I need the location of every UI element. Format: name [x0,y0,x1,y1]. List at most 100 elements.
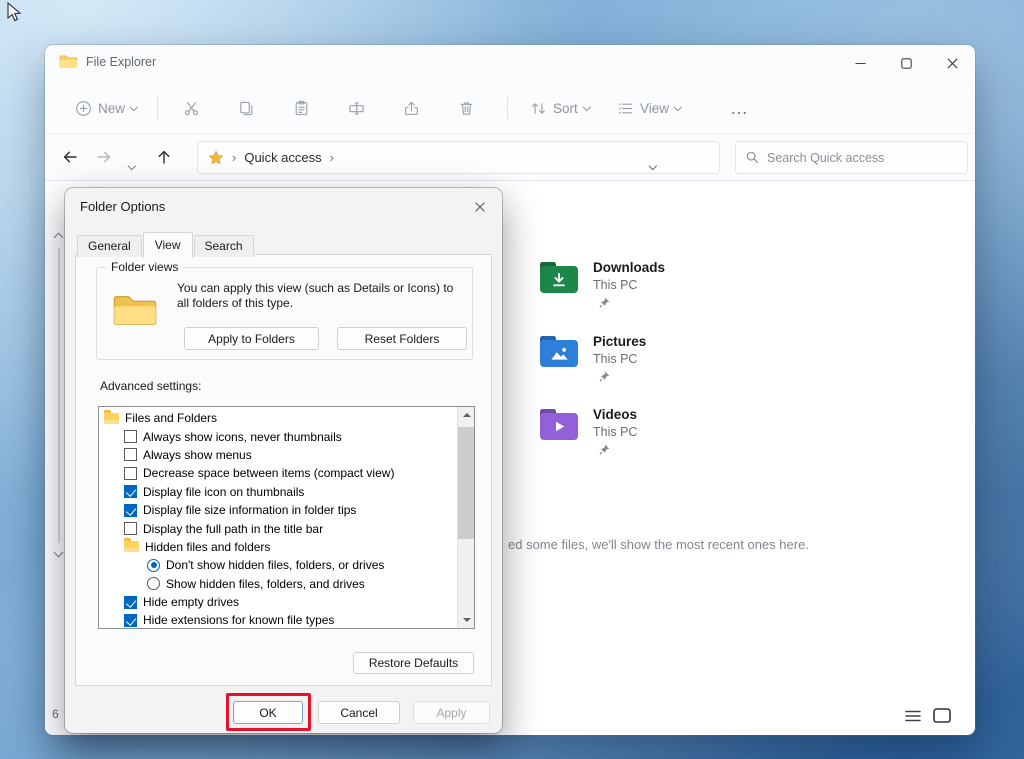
checkbox[interactable] [124,467,137,480]
breadcrumb-quick-access[interactable]: Quick access [244,150,321,165]
copy-button[interactable] [238,82,255,134]
desktop: File Explorer New [0,0,1024,759]
quick-access-item[interactable]: DownloadsThis PC [540,260,940,324]
maximize-button[interactable] [883,45,929,82]
scrollbar-thumb[interactable] [458,427,474,539]
advanced-setting-label: Decrease space between items (compact vi… [143,466,394,480]
advanced-setting-row[interactable]: Don't show hidden files, folders, or dri… [99,556,457,574]
advanced-setting-label: Hide empty drives [143,595,239,609]
advanced-setting-row[interactable]: Decrease space between items (compact vi… [99,464,457,482]
nav-pane-scrollbar[interactable] [58,248,60,543]
radio-button[interactable] [147,559,160,572]
advanced-setting-row[interactable]: Hide empty drives [99,593,457,611]
search-icon [745,150,760,165]
checkbox[interactable] [124,522,137,535]
dialog-tabs: General View Search [77,232,255,257]
checkbox[interactable] [124,485,137,498]
back-button[interactable] [61,148,79,171]
scroll-up-icon[interactable] [54,233,64,243]
breadcrumb-separator[interactable]: › [330,150,334,165]
advanced-setting-row[interactable]: Always show icons, never thumbnails [99,427,457,445]
mouse-cursor [6,2,26,24]
see-more-button[interactable]: … [730,82,749,134]
new-button[interactable]: New [75,82,137,134]
view-label: View [640,101,669,116]
advanced-setting-row[interactable]: Display file size information in folder … [99,501,457,519]
pictures-folder-icon [540,336,578,367]
view-button[interactable]: View [617,82,681,134]
item-location: This PC [593,352,646,366]
up-button[interactable] [155,148,173,171]
advanced-setting-row[interactable]: Display the full path in the title bar [99,519,457,537]
advanced-settings-list[interactable]: Files and FoldersAlways show icons, neve… [98,406,475,629]
paste-button[interactable] [293,82,310,134]
radio-button[interactable] [147,577,160,590]
minimize-button[interactable] [837,45,883,82]
dialog-close-button[interactable] [467,195,493,219]
apply-button[interactable]: Apply [413,701,490,724]
pin-icon [599,442,637,460]
quick-access-item[interactable]: Videos This PC [540,407,940,471]
reset-folders-button[interactable]: Reset Folders [337,327,467,350]
advanced-setting-label: Display the full path in the title bar [143,522,323,536]
cancel-button[interactable]: Cancel [318,701,400,724]
sort-icon [530,100,547,117]
folder-views-icon [112,292,158,329]
details-view-icon[interactable] [905,710,921,722]
checkbox[interactable] [124,504,137,517]
item-name: Videos [593,407,637,422]
checkbox[interactable] [124,614,137,627]
quick-access-item[interactable]: PicturesThis PC [540,334,940,398]
apply-to-folders-button[interactable]: Apply to Folders [184,327,319,350]
sort-button[interactable]: Sort [530,82,589,134]
scroll-up-arrow-icon[interactable] [463,413,471,417]
restore-defaults-button[interactable]: Restore Defaults [353,652,474,674]
item-location: This PC [593,425,637,439]
rename-button[interactable] [348,82,365,134]
recent-locations-button[interactable] [129,155,135,173]
checkbox[interactable] [124,430,137,443]
new-label: New [98,101,125,116]
advanced-setting-row[interactable]: Files and Folders [99,409,457,427]
ellipsis-icon: … [730,98,749,119]
status-bar-fragment: 6 [52,707,59,721]
advanced-setting-row[interactable]: Hide extensions for known file types [99,611,457,629]
checkbox[interactable] [124,596,137,609]
share-button[interactable] [403,82,420,134]
address-dropdown-button[interactable] [650,155,656,173]
share-icon [403,100,420,117]
advanced-setting-row[interactable]: Display file icon on thumbnails [99,483,457,501]
tab-search[interactable]: Search [194,235,254,257]
toolbar-separator [507,97,508,119]
close-button[interactable] [929,45,975,82]
recent-files-hint: ed some files, we'll show the most recen… [508,537,809,552]
cut-button[interactable] [183,82,200,134]
command-bar: New So [45,82,975,134]
pin-icon [599,369,646,387]
address-bar[interactable]: › Quick access › [197,141,720,174]
search-box[interactable] [735,141,968,174]
tab-general[interactable]: General [77,235,142,257]
advanced-setting-label: Don't show hidden files, folders, or dri… [166,558,384,572]
scroll-down-icon[interactable] [54,548,64,558]
checkbox[interactable] [124,448,137,461]
list-scrollbar[interactable] [457,407,474,628]
thumbnail-view-icon[interactable] [933,708,951,723]
advanced-setting-label: Display file icon on thumbnails [143,485,304,499]
scroll-down-arrow-icon[interactable] [463,618,471,622]
advanced-setting-row[interactable]: Show hidden files, folders, and drives [99,575,457,593]
titlebar[interactable]: File Explorer [45,45,975,82]
advanced-setting-label: Hide extensions for known file types [143,613,334,627]
search-input[interactable] [767,151,947,165]
advanced-setting-row[interactable]: Hidden files and folders [99,538,457,556]
folder-icon [124,541,139,552]
forward-button[interactable] [95,148,113,171]
advanced-setting-row[interactable]: Always show menus [99,446,457,464]
item-location: This PC [593,278,665,292]
view-icon [617,100,634,117]
tab-view[interactable]: View [143,232,193,258]
toolbar-separator [157,97,158,119]
delete-button[interactable] [458,82,475,134]
downloads-folder-icon [540,262,578,293]
folder-views-legend: Folder views [106,260,183,274]
